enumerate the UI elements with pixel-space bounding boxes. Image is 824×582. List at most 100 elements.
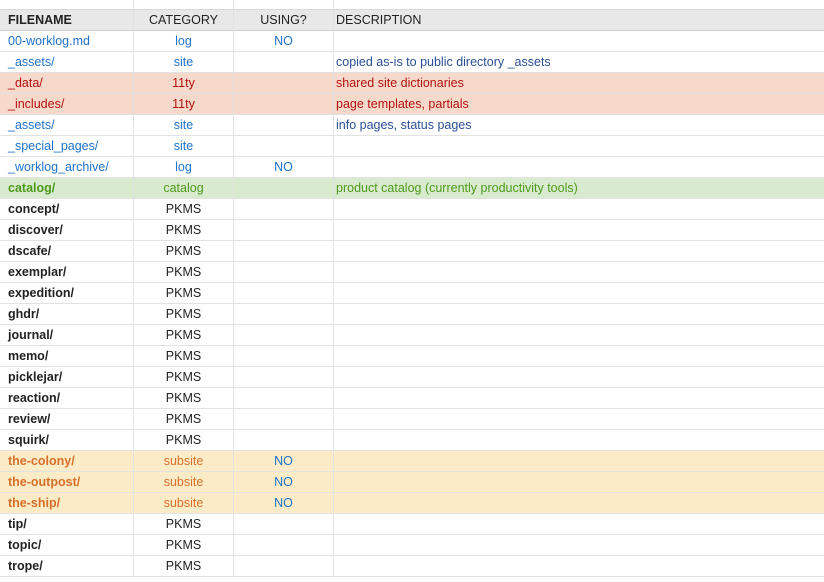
using-cell[interactable]	[234, 199, 334, 219]
description-cell[interactable]	[334, 493, 824, 513]
description-cell[interactable]: copied as-is to public directory _assets	[334, 52, 824, 72]
category-cell[interactable]: PKMS	[134, 304, 234, 324]
category-cell[interactable]: PKMS	[134, 556, 234, 576]
description-cell[interactable]	[334, 514, 824, 534]
filename-cell[interactable]: the-colony/	[0, 451, 134, 471]
filename-cell[interactable]: _includes/	[0, 94, 134, 114]
using-cell[interactable]	[234, 388, 334, 408]
filename-cell[interactable]: discover/	[0, 220, 134, 240]
category-cell[interactable]: PKMS	[134, 535, 234, 555]
using-cell[interactable]	[234, 73, 334, 93]
category-cell[interactable]: subsite	[134, 493, 234, 513]
using-cell[interactable]	[234, 241, 334, 261]
category-cell[interactable]: PKMS	[134, 199, 234, 219]
header-category[interactable]: CATEGORY	[134, 10, 234, 31]
using-cell[interactable]	[234, 325, 334, 345]
using-cell[interactable]	[234, 94, 334, 114]
using-cell[interactable]	[234, 262, 334, 282]
filename-cell[interactable]: tip/	[0, 514, 134, 534]
using-cell[interactable]: NO	[234, 31, 334, 51]
description-cell[interactable]	[334, 367, 824, 387]
category-cell[interactable]: PKMS	[134, 325, 234, 345]
header-description[interactable]: DESCRIPTION	[334, 10, 824, 31]
using-cell[interactable]	[234, 304, 334, 324]
filename-cell[interactable]: expedition/	[0, 283, 134, 303]
filename-cell[interactable]: dscafe/	[0, 241, 134, 261]
category-cell[interactable]: log	[134, 31, 234, 51]
category-cell[interactable]: log	[134, 157, 234, 177]
filename-cell[interactable]: picklejar/	[0, 367, 134, 387]
filename-cell[interactable]: _special_pages/	[0, 136, 134, 156]
category-cell[interactable]: site	[134, 136, 234, 156]
using-cell[interactable]	[234, 178, 334, 198]
using-cell[interactable]	[234, 409, 334, 429]
description-cell[interactable]	[334, 220, 824, 240]
category-cell[interactable]: PKMS	[134, 388, 234, 408]
filename-cell[interactable]: _data/	[0, 73, 134, 93]
category-cell[interactable]: PKMS	[134, 409, 234, 429]
header-using[interactable]: USING?	[234, 10, 334, 31]
using-cell[interactable]	[234, 220, 334, 240]
category-cell[interactable]: site	[134, 115, 234, 135]
description-cell[interactable]: page templates, partials	[334, 94, 824, 114]
description-cell[interactable]: shared site dictionaries	[334, 73, 824, 93]
description-cell[interactable]: product catalog (currently productivity …	[334, 178, 824, 198]
description-cell[interactable]	[334, 409, 824, 429]
description-cell[interactable]	[334, 31, 824, 51]
description-cell[interactable]	[334, 535, 824, 555]
category-cell[interactable]: PKMS	[134, 262, 234, 282]
description-cell[interactable]	[334, 283, 824, 303]
category-cell[interactable]: site	[134, 52, 234, 72]
filename-cell[interactable]: _assets/	[0, 115, 134, 135]
category-cell[interactable]: PKMS	[134, 346, 234, 366]
using-cell[interactable]	[234, 430, 334, 450]
filename-cell[interactable]: memo/	[0, 346, 134, 366]
category-cell[interactable]: 11ty	[134, 94, 234, 114]
category-cell[interactable]: PKMS	[134, 283, 234, 303]
filename-cell[interactable]: ghdr/	[0, 304, 134, 324]
description-cell[interactable]	[334, 388, 824, 408]
category-cell[interactable]: subsite	[134, 451, 234, 471]
category-cell[interactable]: catalog	[134, 178, 234, 198]
description-cell[interactable]	[334, 136, 824, 156]
filename-cell[interactable]: exemplar/	[0, 262, 134, 282]
category-cell[interactable]: PKMS	[134, 367, 234, 387]
description-cell[interactable]	[334, 304, 824, 324]
description-cell[interactable]	[334, 472, 824, 492]
filename-cell[interactable]: _assets/	[0, 52, 134, 72]
description-cell[interactable]	[334, 199, 824, 219]
filename-cell[interactable]: trope/	[0, 556, 134, 576]
filename-cell[interactable]: reaction/	[0, 388, 134, 408]
filename-cell[interactable]: topic/	[0, 535, 134, 555]
category-cell[interactable]: 11ty	[134, 73, 234, 93]
using-cell[interactable]	[234, 514, 334, 534]
using-cell[interactable]	[234, 535, 334, 555]
filename-cell[interactable]: catalog/	[0, 178, 134, 198]
using-cell[interactable]	[234, 115, 334, 135]
description-cell[interactable]	[334, 451, 824, 471]
filename-cell[interactable]: concept/	[0, 199, 134, 219]
category-cell[interactable]: subsite	[134, 472, 234, 492]
description-cell[interactable]	[334, 262, 824, 282]
description-cell[interactable]	[334, 346, 824, 366]
using-cell[interactable]	[234, 556, 334, 576]
description-cell[interactable]	[334, 325, 824, 345]
description-cell[interactable]	[334, 556, 824, 576]
description-cell[interactable]	[334, 430, 824, 450]
using-cell[interactable]	[234, 367, 334, 387]
filename-cell[interactable]: review/	[0, 409, 134, 429]
category-cell[interactable]: PKMS	[134, 514, 234, 534]
using-cell[interactable]	[234, 52, 334, 72]
header-filename[interactable]: FILENAME	[0, 10, 134, 31]
category-cell[interactable]: PKMS	[134, 430, 234, 450]
filename-cell[interactable]: the-ship/	[0, 493, 134, 513]
filename-cell[interactable]: journal/	[0, 325, 134, 345]
using-cell[interactable]	[234, 346, 334, 366]
filename-cell[interactable]: 00-worklog.md	[0, 31, 134, 51]
filename-cell[interactable]: squirk/	[0, 430, 134, 450]
description-cell[interactable]	[334, 157, 824, 177]
filename-cell[interactable]: _worklog_archive/	[0, 157, 134, 177]
using-cell[interactable]: NO	[234, 472, 334, 492]
using-cell[interactable]	[234, 136, 334, 156]
category-cell[interactable]: PKMS	[134, 241, 234, 261]
